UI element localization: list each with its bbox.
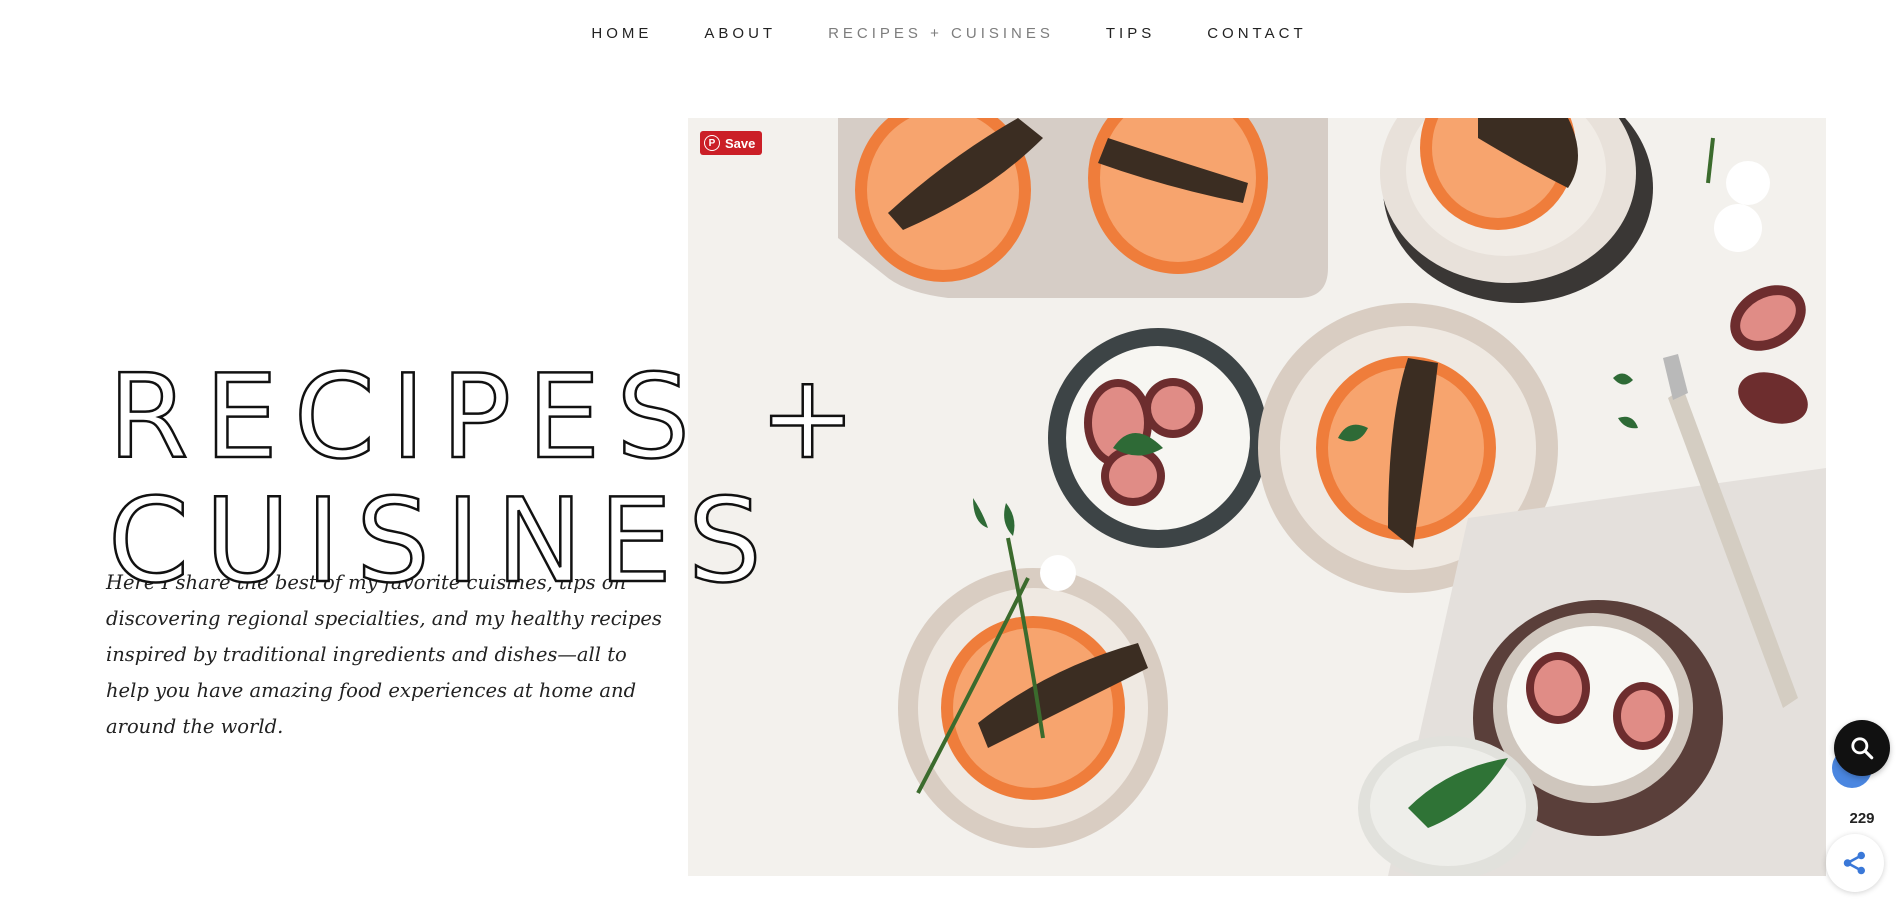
share-count: 229 bbox=[1849, 810, 1875, 827]
hero-food-photo bbox=[688, 118, 1826, 876]
nav-contact[interactable]: CONTACT bbox=[1207, 25, 1306, 42]
page-title-line2: CUISINES bbox=[107, 473, 778, 609]
search-icon bbox=[1851, 737, 1874, 760]
page-title-line1: RECIPES + bbox=[107, 349, 873, 485]
share-icon bbox=[1843, 851, 1865, 875]
nav-tips[interactable]: TIPS bbox=[1106, 25, 1155, 42]
nav-recipes-cuisines[interactable]: RECIPES + CUISINES bbox=[828, 25, 1054, 42]
page-title: RECIPES + CUISINES bbox=[107, 349, 873, 609]
pinterest-save-label: Save bbox=[725, 135, 756, 151]
share-button[interactable] bbox=[1826, 834, 1884, 892]
pinterest-icon: P bbox=[704, 135, 720, 151]
nav-home[interactable]: HOME bbox=[591, 25, 652, 42]
main-nav: HOME ABOUT RECIPES + CUISINES TIPS CONTA… bbox=[0, 0, 1898, 66]
pinterest-save-button[interactable]: P Save bbox=[700, 131, 763, 155]
search-button[interactable] bbox=[1834, 720, 1890, 776]
nav-about[interactable]: ABOUT bbox=[704, 25, 776, 42]
